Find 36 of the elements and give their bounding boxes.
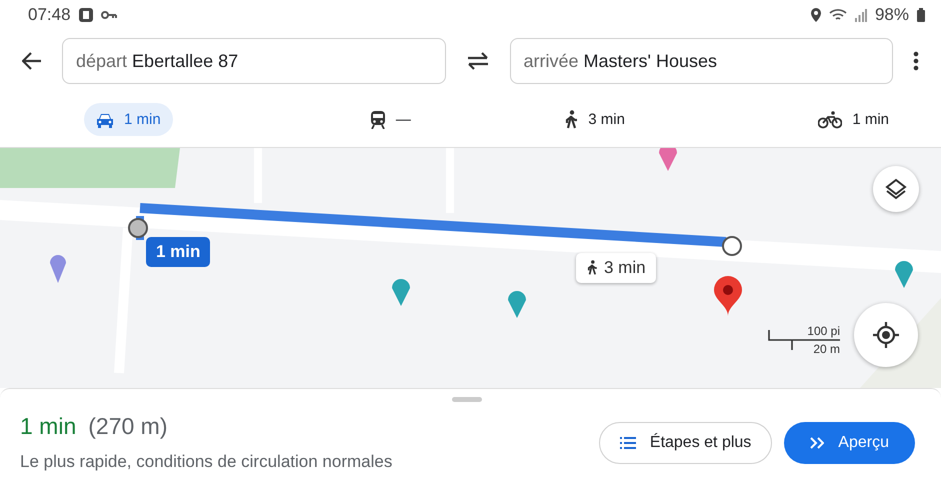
clock: 07:48 [28, 5, 71, 25]
key-icon [100, 10, 117, 20]
location-target-icon [873, 322, 899, 348]
train-icon [370, 110, 386, 128]
distance: (270 m) [88, 413, 168, 440]
scale-label: 20 m [813, 342, 840, 356]
double-chevron-icon [810, 436, 824, 448]
duration: 1 min [20, 413, 76, 440]
battery-percent: 98% [874, 5, 909, 25]
destination-field[interactable]: arrivée Masters' Houses [510, 38, 893, 84]
walk-time: 3 min [604, 258, 646, 278]
back-icon[interactable] [22, 52, 42, 70]
destination-pin-icon [714, 276, 742, 316]
travel-mode-tab[interactable]: — [358, 102, 423, 136]
layers-icon [885, 178, 907, 200]
drive-time-bubble: 1 min [146, 237, 210, 267]
signal-icon [854, 8, 867, 22]
steps-button[interactable]: Étapes et plus [598, 422, 772, 464]
swap-icon[interactable] [466, 52, 490, 70]
bicycle-icon [818, 110, 842, 128]
location-icon [810, 8, 821, 22]
drag-handle[interactable] [452, 397, 482, 402]
travel-mode-tab[interactable]: 1 min [84, 103, 173, 136]
list-icon [620, 436, 636, 448]
more-icon[interactable] [913, 51, 919, 71]
start-field[interactable]: départ Ebertallee 87 [62, 38, 446, 84]
battery-icon [917, 8, 925, 22]
walking-person-icon [586, 260, 598, 276]
route-description: Le plus rapide, conditions de circulation normales [20, 452, 392, 472]
wifi-icon [828, 8, 847, 22]
car-icon [96, 112, 114, 128]
travel-mode-tab[interactable]: 3 min [552, 102, 637, 138]
walking-person-icon [564, 110, 578, 130]
travel-mode-tab[interactable]: 1 min [806, 102, 901, 136]
app-badge-icon [78, 8, 93, 22]
preview-button[interactable]: Aperçu [784, 422, 915, 464]
